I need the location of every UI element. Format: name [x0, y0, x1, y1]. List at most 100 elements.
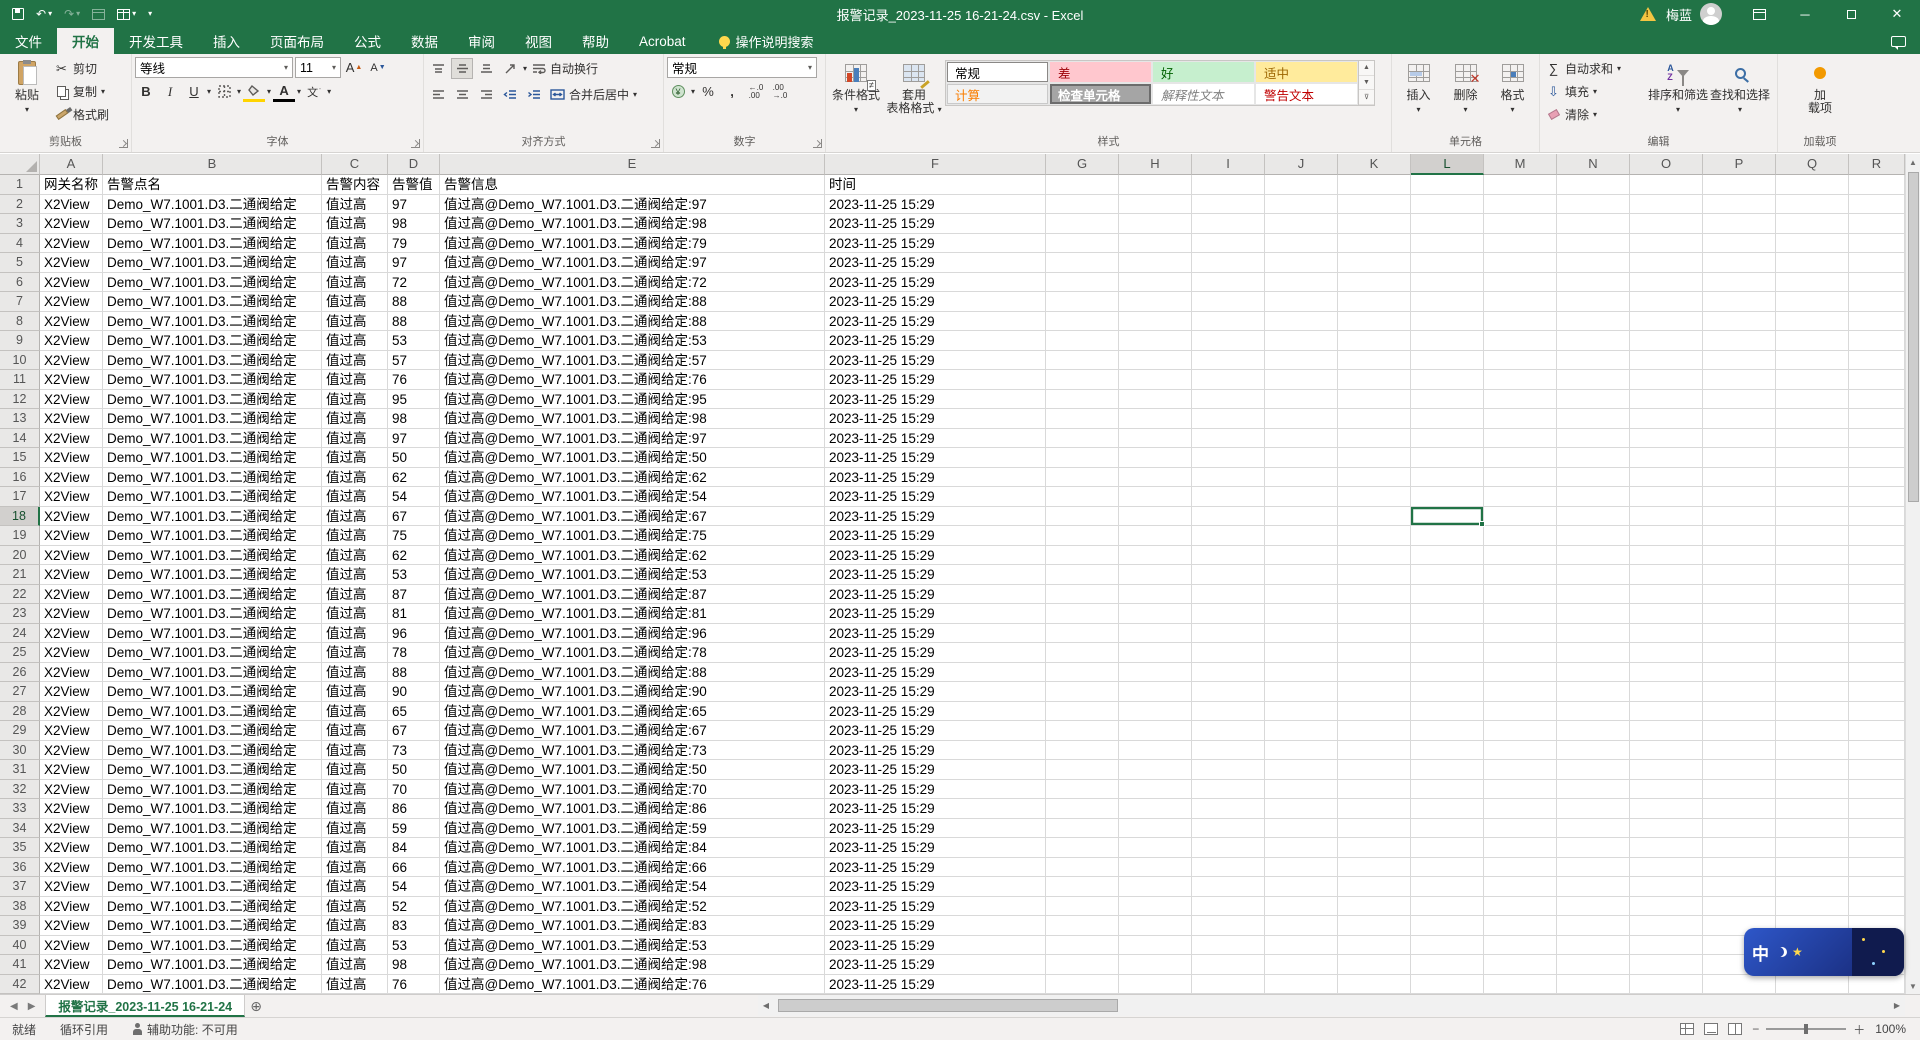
insert-cells-button[interactable]: 插入▾ — [1395, 57, 1442, 133]
cell-Q36[interactable] — [1776, 858, 1849, 878]
cell-N13[interactable] — [1557, 409, 1630, 429]
cell-J19[interactable] — [1265, 526, 1338, 546]
cell-M37[interactable] — [1484, 877, 1557, 897]
cell-I34[interactable] — [1192, 819, 1265, 839]
cell-D9[interactable]: 53 — [388, 331, 440, 351]
cell-D11[interactable]: 76 — [388, 370, 440, 390]
cell-D18[interactable]: 67 — [388, 507, 440, 527]
cell-R9[interactable] — [1849, 331, 1905, 351]
cell-E7[interactable]: 值过高@Demo_W7.1001.D3.二通阀给定:88 — [440, 292, 825, 312]
cell-O39[interactable] — [1630, 916, 1703, 936]
close-button[interactable]: ✕ — [1874, 0, 1920, 28]
increase-indent-button[interactable] — [523, 84, 545, 105]
cell-N40[interactable] — [1557, 936, 1630, 956]
cell-I2[interactable] — [1192, 195, 1265, 215]
cell-H35[interactable] — [1119, 838, 1192, 858]
cell-D33[interactable]: 86 — [388, 799, 440, 819]
vertical-scroll-thumb[interactable] — [1908, 172, 1919, 502]
zoom-level[interactable]: 100% — [1875, 1022, 1906, 1036]
cell-R20[interactable] — [1849, 546, 1905, 566]
cell-J27[interactable] — [1265, 682, 1338, 702]
cell-F28[interactable]: 2023-11-25 15:29 — [825, 702, 1046, 722]
cell-N38[interactable] — [1557, 897, 1630, 917]
cell-M2[interactable] — [1484, 195, 1557, 215]
cell-C12[interactable]: 值过高 — [322, 390, 388, 410]
grow-font-button[interactable]: A▲ — [343, 57, 365, 78]
increase-decimal-button[interactable]: ←.0.00 — [745, 81, 767, 102]
cell-F40[interactable]: 2023-11-25 15:29 — [825, 936, 1046, 956]
row-header-27[interactable]: 27 — [0, 682, 40, 702]
cell-K23[interactable] — [1338, 604, 1411, 624]
cell-A27[interactable]: X2View — [40, 682, 103, 702]
select-all-corner[interactable] — [0, 154, 40, 175]
cell-E15[interactable]: 值过高@Demo_W7.1001.D3.二通阀给定:50 — [440, 448, 825, 468]
tab-data[interactable]: 数据 — [396, 28, 453, 54]
cell-M9[interactable] — [1484, 331, 1557, 351]
cell-J2[interactable] — [1265, 195, 1338, 215]
cell-G35[interactable] — [1046, 838, 1119, 858]
cell-Q34[interactable] — [1776, 819, 1849, 839]
cell-P38[interactable] — [1703, 897, 1776, 917]
cell-N4[interactable] — [1557, 234, 1630, 254]
cell-J1[interactable] — [1265, 175, 1338, 195]
comma-button[interactable]: , — [721, 81, 743, 102]
cell-C2[interactable]: 值过高 — [322, 195, 388, 215]
cell-A28[interactable]: X2View — [40, 702, 103, 722]
cell-D37[interactable]: 54 — [388, 877, 440, 897]
cell-P7[interactable] — [1703, 292, 1776, 312]
cell-Q35[interactable] — [1776, 838, 1849, 858]
cell-E13[interactable]: 值过高@Demo_W7.1001.D3.二通阀给定:98 — [440, 409, 825, 429]
cell-M14[interactable] — [1484, 429, 1557, 449]
cell-G20[interactable] — [1046, 546, 1119, 566]
cell-I7[interactable] — [1192, 292, 1265, 312]
cell-F7[interactable]: 2023-11-25 15:29 — [825, 292, 1046, 312]
cell-Q26[interactable] — [1776, 663, 1849, 683]
quick-table-button[interactable]: ▾ — [117, 9, 136, 20]
cell-G5[interactable] — [1046, 253, 1119, 273]
bold-button[interactable]: B — [135, 81, 157, 102]
cell-C24[interactable]: 值过高 — [322, 624, 388, 644]
row-header-24[interactable]: 24 — [0, 624, 40, 644]
cell-Q11[interactable] — [1776, 370, 1849, 390]
cell-C13[interactable]: 值过高 — [322, 409, 388, 429]
cell-M20[interactable] — [1484, 546, 1557, 566]
cell-G24[interactable] — [1046, 624, 1119, 644]
scroll-down-icon[interactable]: ▼ — [1906, 978, 1920, 994]
find-select-button[interactable]: 查找和选择▾ — [1709, 57, 1771, 133]
cell-K35[interactable] — [1338, 838, 1411, 858]
cell-E22[interactable]: 值过高@Demo_W7.1001.D3.二通阀给定:87 — [440, 585, 825, 605]
cell-R10[interactable] — [1849, 351, 1905, 371]
cell-F41[interactable]: 2023-11-25 15:29 — [825, 955, 1046, 975]
cell-G7[interactable] — [1046, 292, 1119, 312]
cell-K26[interactable] — [1338, 663, 1411, 683]
cell-B31[interactable]: Demo_W7.1001.D3.二通阀给定 — [103, 760, 322, 780]
cell-L6[interactable] — [1411, 273, 1484, 293]
scroll-right-icon[interactable]: ▶ — [1889, 1001, 1905, 1010]
cell-K2[interactable] — [1338, 195, 1411, 215]
cell-I1[interactable] — [1192, 175, 1265, 195]
cell-K7[interactable] — [1338, 292, 1411, 312]
cell-R19[interactable] — [1849, 526, 1905, 546]
tab-developer[interactable]: 开发工具 — [114, 28, 198, 54]
cell-B36[interactable]: Demo_W7.1001.D3.二通阀给定 — [103, 858, 322, 878]
cell-F31[interactable]: 2023-11-25 15:29 — [825, 760, 1046, 780]
cell-H11[interactable] — [1119, 370, 1192, 390]
cell-B20[interactable]: Demo_W7.1001.D3.二通阀给定 — [103, 546, 322, 566]
cell-E33[interactable]: 值过高@Demo_W7.1001.D3.二通阀给定:86 — [440, 799, 825, 819]
cell-O5[interactable] — [1630, 253, 1703, 273]
cell-C23[interactable]: 值过高 — [322, 604, 388, 624]
cell-A15[interactable]: X2View — [40, 448, 103, 468]
cell-O15[interactable] — [1630, 448, 1703, 468]
cell-M41[interactable] — [1484, 955, 1557, 975]
cell-K8[interactable] — [1338, 312, 1411, 332]
status-circular-reference[interactable]: 循环引用 — [48, 1021, 120, 1038]
cell-R22[interactable] — [1849, 585, 1905, 605]
cell-P21[interactable] — [1703, 565, 1776, 585]
cell-M32[interactable] — [1484, 780, 1557, 800]
row-header-22[interactable]: 22 — [0, 585, 40, 605]
cell-C10[interactable]: 值过高 — [322, 351, 388, 371]
cell-J13[interactable] — [1265, 409, 1338, 429]
cell-G27[interactable] — [1046, 682, 1119, 702]
cell-O25[interactable] — [1630, 643, 1703, 663]
cell-A7[interactable]: X2View — [40, 292, 103, 312]
